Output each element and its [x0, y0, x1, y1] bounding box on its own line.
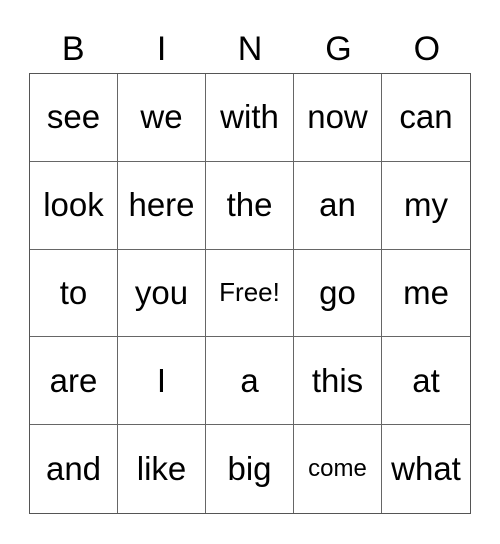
bingo-cell: and [30, 425, 118, 513]
bingo-cell: we [118, 74, 206, 162]
header-letter-o: O [413, 30, 441, 68]
bingo-cell: to [30, 249, 118, 338]
bingo-header: B I N G O [29, 28, 471, 70]
bingo-cell: with [206, 74, 294, 162]
bingo-cell: can [382, 74, 470, 162]
bingo-cell: now [294, 74, 382, 162]
bingo-cell: the [206, 161, 294, 250]
bingo-cell: this [294, 337, 382, 426]
header-letter-n: N [237, 30, 263, 68]
header-letter-g: G [325, 30, 352, 68]
bingo-cell: me [382, 250, 470, 338]
bingo-cell: like [118, 425, 206, 513]
header-letter-b: B [61, 30, 85, 68]
bingo-cell: what [391, 450, 461, 488]
bingo-cell: a [206, 337, 294, 426]
bingo-cell: see [30, 74, 118, 162]
bingo-cell: my [382, 162, 470, 250]
bingo-cell: big [206, 425, 294, 513]
bingo-cell: at [382, 337, 470, 426]
free-space-cell: Free! [206, 249, 294, 338]
bingo-cell: you [118, 249, 206, 338]
bingo-cell: I [118, 337, 206, 426]
bingo-cell: are [30, 337, 118, 426]
bingo-cell: here [118, 161, 206, 250]
bingo-cell: an [294, 161, 382, 250]
bingo-cell: look [30, 161, 118, 250]
header-letter-i: I [156, 30, 167, 68]
bingo-cell: come [294, 425, 382, 513]
bingo-cell: go [294, 249, 382, 338]
bingo-card-grid: see we with now can look here the an my … [29, 73, 471, 514]
